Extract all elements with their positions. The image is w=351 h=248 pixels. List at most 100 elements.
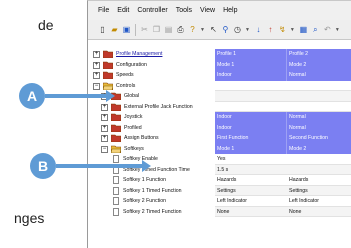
tree-item-label: Softkey 2 Timed Function (123, 208, 182, 215)
value-cell-col2[interactable] (287, 80, 351, 91)
find-icon[interactable]: ⌕ (311, 25, 320, 35)
value-cell-col2[interactable]: Normal (287, 122, 351, 133)
expand-icon[interactable]: + (93, 72, 100, 79)
value-cell-col2[interactable]: Mode 2 (287, 59, 351, 70)
grid-icon[interactable]: ▦ (299, 25, 308, 35)
value-cell-col1[interactable]: Settings (215, 185, 287, 196)
save-icon[interactable]: ▣ (122, 25, 131, 35)
folder-icon (110, 103, 122, 111)
dropdown-arrow-icon[interactable]: ▼ (290, 27, 295, 33)
expand-icon[interactable]: + (101, 135, 108, 142)
grid-row: Yes (215, 154, 351, 165)
dropdown-arrow-icon[interactable]: ▼ (200, 27, 205, 33)
expand-icon[interactable]: + (101, 103, 108, 111)
collapse-icon[interactable]: − (93, 82, 100, 90)
pointer-icon[interactable]: ↖ (209, 25, 218, 35)
value-cell-col1[interactable] (215, 80, 287, 91)
cut-icon[interactable]: ✂ (140, 25, 149, 35)
tree-item-label: External Profile Jack Function (124, 103, 193, 110)
value-cell-col2[interactable] (287, 154, 351, 165)
value-cell-col1[interactable]: Indoor (215, 112, 287, 123)
value-cell-col2[interactable] (287, 101, 351, 112)
value-cell-col2[interactable] (287, 164, 351, 175)
collapse-icon[interactable]: − (101, 145, 108, 153)
grid-row: Indoor Normal (215, 112, 351, 123)
value-cell-col2[interactable]: Second Function (287, 133, 351, 144)
menu-edit[interactable]: Edit (117, 7, 129, 14)
value-cell-col1[interactable] (215, 101, 287, 112)
value-cell-col2[interactable]: Left Indicator (287, 196, 351, 207)
tree-row[interactable]: − Softkeys (88, 144, 215, 155)
expand-icon[interactable]: + (101, 124, 108, 132)
chart-icon[interactable]: ↯ (278, 25, 287, 35)
value-cell-col2[interactable]: Hazards (287, 175, 351, 186)
tree-row[interactable]: Softkey Enable (88, 154, 215, 165)
tree-row[interactable]: Softkey 2 Function (88, 196, 215, 207)
menu-tools[interactable]: Tools (176, 7, 192, 14)
tree-row[interactable]: + Profiled (88, 123, 215, 134)
new-doc-icon[interactable]: ▯ (98, 25, 107, 35)
grid-row: Mode 1 Mode 2 (215, 143, 351, 154)
value-cell-col1[interactable]: 1.5 s (215, 164, 287, 175)
value-cell-col2[interactable] (287, 91, 351, 102)
menu-controller[interactable]: Controller (137, 7, 167, 14)
value-cell-col1[interactable] (215, 91, 287, 102)
value-cell-col1[interactable]: Hazards (215, 175, 287, 186)
dropdown-arrow-icon[interactable]: ▼ (245, 27, 250, 33)
open-folder-icon[interactable]: ▰ (110, 25, 119, 35)
tree-row[interactable]: Softkey 1 Timed Function (88, 186, 215, 197)
value-cell-col2[interactable]: None (287, 206, 351, 217)
value-cell-col1[interactable]: Left Indicator (215, 196, 287, 207)
tree-row[interactable]: Softkey 1 Function (88, 175, 215, 186)
tree-item-label: Softkey 2 Function (123, 198, 166, 204)
expand-icon[interactable]: + (93, 51, 100, 58)
print-icon[interactable]: ⎙ (176, 25, 185, 35)
tree-row[interactable]: + Configuration (88, 60, 215, 71)
menu-view[interactable]: View (200, 7, 215, 14)
tree-row[interactable]: + Profile Management (88, 49, 215, 60)
value-cell-col2[interactable]: Normal (287, 112, 351, 123)
clock-icon[interactable]: ◷ (233, 25, 242, 35)
value-cell-col1[interactable]: Indoor (215, 122, 287, 133)
document-icon (113, 176, 119, 184)
tree-row[interactable]: + Joystick (88, 112, 215, 123)
tree-row[interactable]: + External Profile Jack Function (88, 102, 215, 113)
document-icon (113, 197, 119, 205)
value-cell-col1[interactable]: None (215, 206, 287, 217)
copy-icon[interactable]: ❐ (152, 25, 161, 35)
tree-row[interactable]: + Speeds (88, 70, 215, 81)
paste-icon[interactable]: ▤ (164, 25, 173, 35)
menu-file[interactable]: File (98, 7, 109, 14)
tree-row[interactable]: Softkey 2 Timed Function (88, 207, 215, 218)
open-folder-icon (102, 82, 114, 90)
document-icon (113, 207, 119, 216)
grid-row: Indoor Normal (215, 122, 351, 133)
value-cell-col1[interactable]: Mode 1 (215, 143, 287, 154)
dropdown-arrow-icon[interactable]: ▼ (335, 27, 340, 33)
search-icon[interactable]: ⚲ (221, 25, 230, 35)
value-cell-col2[interactable]: Settings (287, 185, 351, 196)
value-cell-col1[interactable]: Profile 1 (215, 49, 287, 60)
value-cell-col2[interactable]: Mode 2 (287, 143, 351, 154)
value-cell-col1[interactable]: First Function (215, 133, 287, 144)
grid-row: Profile 1 Profile 2 (215, 49, 351, 60)
value-cell-col1[interactable]: Yes (215, 154, 287, 165)
callout-a-arrow (45, 94, 107, 98)
expand-icon[interactable]: + (93, 61, 100, 69)
value-cell-col1[interactable]: Indoor (215, 70, 287, 81)
value-cell-col1[interactable]: Mode 1 (215, 59, 287, 70)
callout-a-arrowhead (106, 90, 115, 102)
upload-icon[interactable]: ↑ (266, 25, 275, 35)
expand-icon[interactable]: + (101, 114, 108, 121)
tree-item-label: Assign Buttons (124, 135, 159, 141)
download-icon[interactable]: ↓ (254, 25, 263, 35)
grid-row: None None (215, 206, 351, 217)
grid-row: Settings Settings (215, 185, 351, 196)
help-icon[interactable]: ? (188, 25, 197, 35)
folder-icon (110, 134, 122, 143)
value-cell-col2[interactable]: Normal (287, 70, 351, 81)
value-cell-col2[interactable]: Profile 2 (287, 49, 351, 60)
undo-icon[interactable]: ↶ (323, 25, 332, 35)
menu-help[interactable]: Help (223, 7, 237, 14)
tree-row[interactable]: + Assign Buttons (88, 133, 215, 144)
